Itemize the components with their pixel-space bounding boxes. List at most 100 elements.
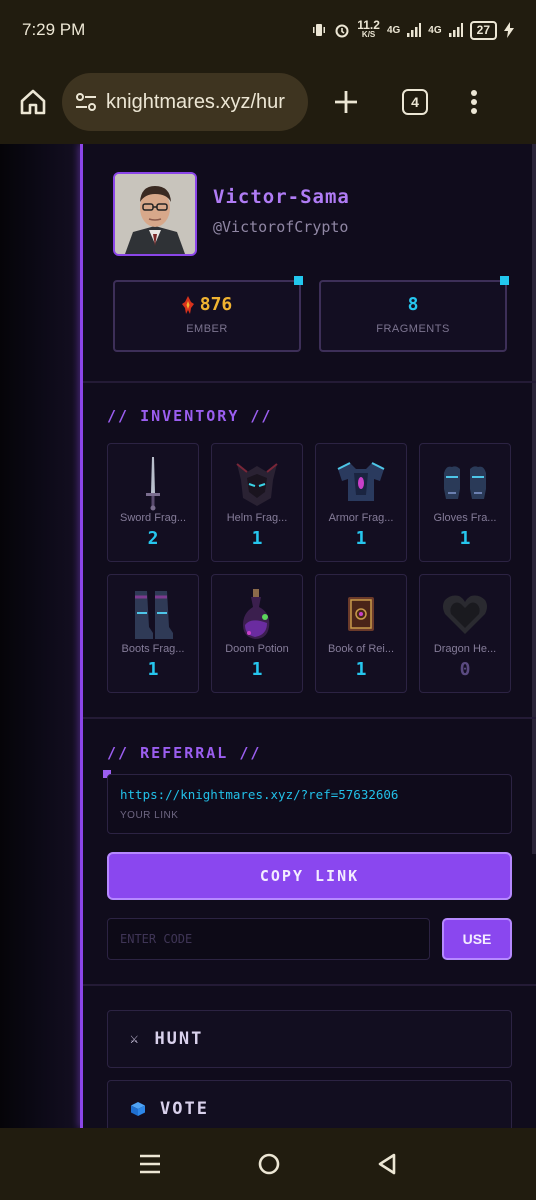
network-type-1: 4G xyxy=(386,24,401,36)
item-art xyxy=(212,585,302,643)
ember-flame-icon xyxy=(181,295,194,314)
item-label: Doom Potion xyxy=(225,643,289,655)
fragments-label: FRAGMENTS xyxy=(376,323,450,335)
referral-link[interactable]: https://knightmares.xyz/?ref=57632606 xyxy=(120,787,499,802)
system-navigation-bar xyxy=(0,1128,536,1200)
profile-handle: @VictorofCrypto xyxy=(213,218,349,236)
home-nav-button[interactable] xyxy=(257,1152,281,1176)
left-background-strip xyxy=(0,144,82,1128)
inventory-item-book[interactable]: Book of Rei... 1 xyxy=(315,574,407,693)
item-count: 0 xyxy=(459,659,471,680)
item-art xyxy=(108,585,198,643)
ember-label: EMBER xyxy=(186,323,228,335)
sword-icon xyxy=(146,457,160,511)
item-label: Gloves Fra... xyxy=(433,512,497,524)
signal-icon xyxy=(407,23,422,37)
copy-link-button[interactable]: COPY LINK xyxy=(107,852,512,900)
use-code-button[interactable]: USE xyxy=(442,918,512,960)
item-label: Sword Frag... xyxy=(119,512,187,524)
item-art xyxy=(212,454,302,512)
scrollbar-track[interactable] xyxy=(532,144,536,854)
referral-link-caption: YOUR LINK xyxy=(120,810,179,821)
home-button[interactable] xyxy=(18,87,48,117)
inventory-item-sword[interactable]: Sword Frag... 2 xyxy=(107,443,199,562)
alarm-icon xyxy=(335,24,349,38)
ember-value: 876 xyxy=(199,294,233,315)
browser-menu-button[interactable] xyxy=(470,89,478,115)
item-label: Boots Frag... xyxy=(121,643,185,655)
section-divider-2 xyxy=(83,717,536,719)
item-count: 2 xyxy=(147,528,159,549)
status-bar: 7:29 PM 11.2 K/S 4G 4G 27 xyxy=(0,0,536,60)
back-button[interactable] xyxy=(376,1152,398,1176)
fragments-stat-card: 8 FRAGMENTS xyxy=(319,280,507,352)
profile-header: Victor-Sama @VictorofCrypto xyxy=(113,172,350,256)
signal-icon-2 xyxy=(448,23,463,37)
crossed-swords-icon: ⚔ xyxy=(130,1031,141,1047)
item-label: Helm Frag... xyxy=(226,512,288,524)
inventory-item-boots[interactable]: Boots Frag... 1 xyxy=(107,574,199,693)
item-art xyxy=(420,454,510,512)
item-count: 1 xyxy=(147,659,159,680)
profile-name: Victor-Sama xyxy=(213,186,350,208)
item-art xyxy=(316,585,406,643)
stat-corner-marker-2 xyxy=(500,276,509,285)
avatar-image xyxy=(115,174,195,254)
url-text[interactable]: knightmares.xyz/hur xyxy=(106,91,285,114)
ember-value-row: 876 xyxy=(115,294,299,315)
inventory-item-helm[interactable]: Helm Frag... 1 xyxy=(211,443,303,562)
gloves-icon xyxy=(444,466,486,499)
referral-link-box[interactable]: https://knightmares.xyz/?ref=57632606 YO… xyxy=(107,774,512,834)
site-settings-icon[interactable] xyxy=(74,90,98,114)
referral-code-input[interactable] xyxy=(107,918,430,960)
armor-icon xyxy=(337,462,385,501)
hunt-button[interactable]: ⚔ HUNT xyxy=(107,1010,512,1068)
dragon-heart-icon xyxy=(443,595,487,634)
new-tab-button[interactable] xyxy=(332,88,360,116)
network-type-2: 4G xyxy=(428,24,442,36)
item-label: Armor Frag... xyxy=(328,512,394,524)
more-vertical-icon xyxy=(471,90,477,114)
inventory-grid: Sword Frag... 2 Helm Frag... 1 Armor Fra… xyxy=(107,443,511,693)
vibrate-icon xyxy=(313,24,326,36)
item-art xyxy=(420,585,510,643)
avatar[interactable] xyxy=(113,172,197,256)
potion-icon xyxy=(243,589,270,639)
charging-icon xyxy=(504,22,514,38)
inventory-item-gloves[interactable]: Gloves Fra... 1 xyxy=(419,443,511,562)
inventory-item-potion[interactable]: Doom Potion 1 xyxy=(211,574,303,693)
profile-panel: Victor-Sama @VictorofCrypto 876 EMBER 8 … xyxy=(83,144,536,1128)
system-icons: 11.2 K/S 4G 4G 27 xyxy=(311,18,514,40)
address-bar[interactable]: knightmares.xyz/hur xyxy=(62,73,308,131)
recent-apps-button[interactable] xyxy=(138,1153,162,1175)
plus-icon xyxy=(335,91,357,113)
battery-level: 27 xyxy=(469,20,497,40)
item-count: 1 xyxy=(251,659,263,680)
fragments-value: 8 xyxy=(407,294,419,315)
helm-icon xyxy=(236,463,278,506)
referral-heading: // REFERRAL // xyxy=(107,744,262,762)
vote-button[interactable]: VOTE xyxy=(107,1080,512,1128)
web-page: Victor-Sama @VictorofCrypto 876 EMBER 8 … xyxy=(0,144,536,1128)
inventory-item-dragon-heart[interactable]: Dragon He... 0 xyxy=(419,574,511,693)
item-label: Book of Rei... xyxy=(327,643,395,655)
inventory-item-armor[interactable]: Armor Frag... 1 xyxy=(315,443,407,562)
status-time: 7:29 PM xyxy=(22,20,86,39)
item-count: 1 xyxy=(355,659,367,680)
circle-home-icon xyxy=(258,1153,280,1175)
ember-stat-card: 876 EMBER xyxy=(113,280,301,352)
vote-label: VOTE xyxy=(160,1099,209,1119)
hunt-label: HUNT xyxy=(154,1029,204,1049)
item-count: 1 xyxy=(355,528,367,549)
item-art xyxy=(108,454,198,512)
recent-apps-icon xyxy=(139,1154,160,1174)
item-label: Dragon He... xyxy=(433,643,497,655)
stat-corner-marker xyxy=(294,276,303,285)
item-count: 1 xyxy=(459,528,471,549)
home-icon xyxy=(20,89,46,115)
tab-switcher-button[interactable]: 4 xyxy=(402,89,428,115)
network-speed: 11.2 xyxy=(357,18,380,32)
section-divider-3 xyxy=(83,984,536,986)
book-icon xyxy=(348,597,374,631)
cube-icon xyxy=(131,1102,145,1116)
